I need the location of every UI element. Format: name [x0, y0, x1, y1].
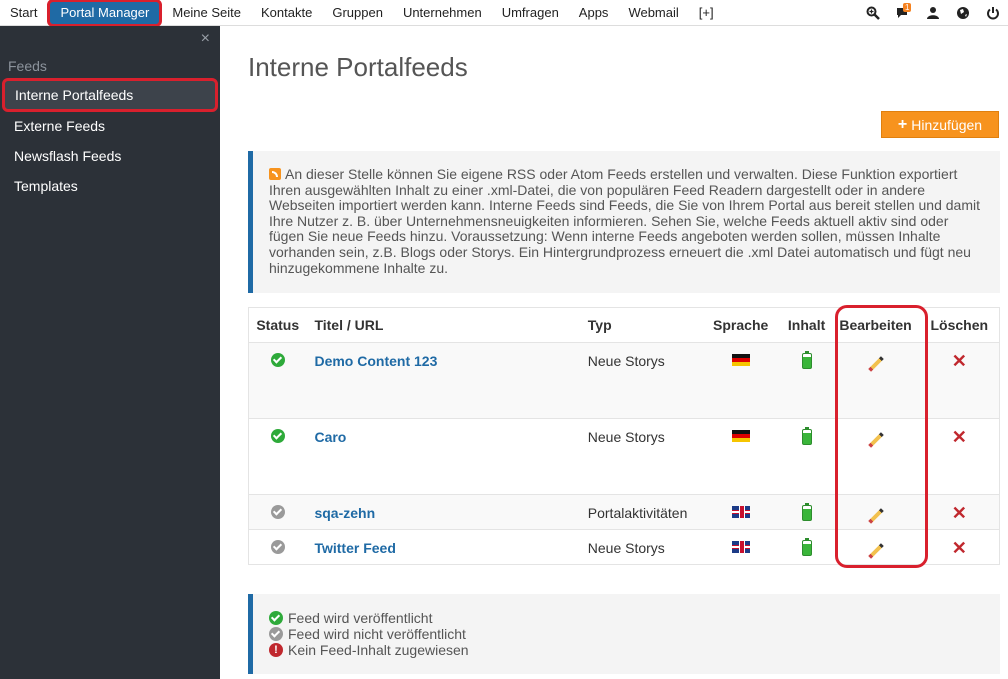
pencil-edit-icon[interactable]: [867, 356, 884, 372]
german-flag-icon: [731, 354, 750, 366]
sidebar-item-externe-feeds[interactable]: Externe Feeds: [14, 118, 105, 134]
nav-webmail[interactable]: Webmail: [618, 0, 688, 26]
published-status-icon: [269, 611, 283, 625]
page-title: Interne Portalfeeds: [248, 52, 468, 82]
top-navigation: Start Portal Manager Meine Seite Kontakt…: [0, 0, 1008, 27]
header-type: Typ: [587, 307, 700, 343]
header-content: Inhalt: [781, 307, 832, 343]
feed-title-link[interactable]: Twitter Feed: [314, 540, 395, 556]
add-feed-button[interactable]: + Hinzufügen: [881, 111, 999, 138]
table-header-row: Status Titel / URL Typ Sprache Inhalt Be…: [248, 307, 1000, 343]
legend-box: Feed wird veröffentlicht Feed wird nicht…: [248, 594, 1000, 674]
unpublished-status-icon: [270, 505, 285, 519]
feed-type: Portalaktivitäten: [587, 494, 700, 530]
nav-umfragen[interactable]: Umfragen: [492, 0, 569, 26]
published-status-icon: [270, 353, 285, 367]
close-icon[interactable]: ×: [201, 30, 210, 48]
chat-icon[interactable]: 1: [888, 0, 918, 26]
rss-icon: [269, 168, 281, 180]
nav-portal-manager[interactable]: Portal Manager: [47, 0, 163, 27]
sidebar: × Feeds Interne Portalfeeds Externe Feed…: [0, 26, 220, 679]
legend-item: Feed wird veröffentlicht: [269, 610, 980, 626]
user-icon[interactable]: [918, 0, 948, 26]
legend-published: Feed wird veröffentlicht: [288, 610, 433, 626]
legend-item: Feed wird nicht veröffentlicht: [269, 626, 980, 642]
feed-type: Neue Storys: [587, 529, 700, 565]
header-status: Status: [248, 307, 307, 343]
delete-x-icon[interactable]: ✕: [952, 538, 967, 558]
delete-x-icon[interactable]: ✕: [952, 351, 967, 371]
table-row: sqa-zehn Portalaktivitäten ✕: [248, 494, 1000, 530]
delete-x-icon[interactable]: ✕: [952, 503, 967, 523]
header-delete: Löschen: [919, 307, 1000, 343]
feed-title-link[interactable]: sqa-zehn: [314, 505, 375, 521]
power-icon[interactable]: [978, 0, 1008, 26]
info-box: An dieser Stelle können Sie eigene RSS o…: [248, 151, 1000, 293]
nav-apps[interactable]: Apps: [569, 0, 619, 26]
notification-badge: 1: [903, 3, 912, 12]
feed-table: Status Titel / URL Typ Sprache Inhalt Be…: [248, 307, 1000, 565]
sidebar-header: Feeds: [8, 58, 47, 74]
pencil-edit-icon[interactable]: [867, 432, 884, 448]
feed-type: Neue Storys: [587, 342, 700, 419]
globe-icon[interactable]: [948, 0, 978, 26]
plus-icon: +: [897, 115, 908, 133]
nav-kontakte[interactable]: Kontakte: [251, 0, 322, 26]
add-button-label: Hinzufügen: [911, 116, 983, 133]
nav-more[interactable]: [+]: [689, 0, 724, 26]
table-row: Twitter Feed Neue Storys ✕: [248, 529, 1000, 565]
header-language: Sprache: [699, 307, 782, 343]
table-row: Demo Content 123 Neue Storys ✕: [248, 342, 1000, 419]
published-status-icon: [270, 429, 285, 443]
sidebar-item-interne-portalfeeds[interactable]: Interne Portalfeeds: [2, 78, 218, 112]
legend-unpublished: Feed wird nicht veröffentlicht: [288, 626, 466, 642]
battery-icon[interactable]: [801, 427, 812, 445]
battery-icon[interactable]: [801, 351, 812, 369]
nav-gruppen[interactable]: Gruppen: [322, 0, 393, 26]
warning-status-icon: [269, 643, 283, 657]
table-row: Caro Neue Storys ✕: [248, 418, 1000, 495]
header-title: Titel / URL: [306, 307, 588, 343]
uk-flag-icon: [731, 541, 750, 553]
pencil-edit-icon[interactable]: [867, 543, 884, 559]
unpublished-status-icon: [269, 627, 283, 641]
nav-start[interactable]: Start: [0, 0, 47, 26]
uk-flag-icon: [731, 506, 750, 518]
legend-item: Kein Feed-Inhalt zugewiesen: [269, 642, 980, 658]
sidebar-item-newsflash-feeds[interactable]: Newsflash Feeds: [14, 148, 121, 164]
battery-icon[interactable]: [801, 503, 812, 521]
nav-unternehmen[interactable]: Unternehmen: [393, 0, 492, 26]
feed-title-link[interactable]: Caro: [314, 429, 346, 445]
nav-meine-seite[interactable]: Meine Seite: [162, 0, 251, 26]
header-edit: Bearbeiten: [831, 307, 920, 343]
search-zoom-icon[interactable]: [858, 0, 888, 26]
feed-title-link[interactable]: Demo Content 123: [314, 353, 437, 369]
info-text: An dieser Stelle können Sie eigene RSS o…: [269, 166, 981, 276]
pencil-edit-icon[interactable]: [867, 508, 884, 524]
feed-type: Neue Storys: [587, 418, 700, 495]
legend-no-content: Kein Feed-Inhalt zugewiesen: [288, 642, 469, 658]
unpublished-status-icon: [270, 540, 285, 554]
sidebar-item-templates[interactable]: Templates: [14, 178, 78, 194]
delete-x-icon[interactable]: ✕: [952, 427, 967, 447]
battery-icon[interactable]: [801, 538, 812, 556]
german-flag-icon: [731, 430, 750, 442]
